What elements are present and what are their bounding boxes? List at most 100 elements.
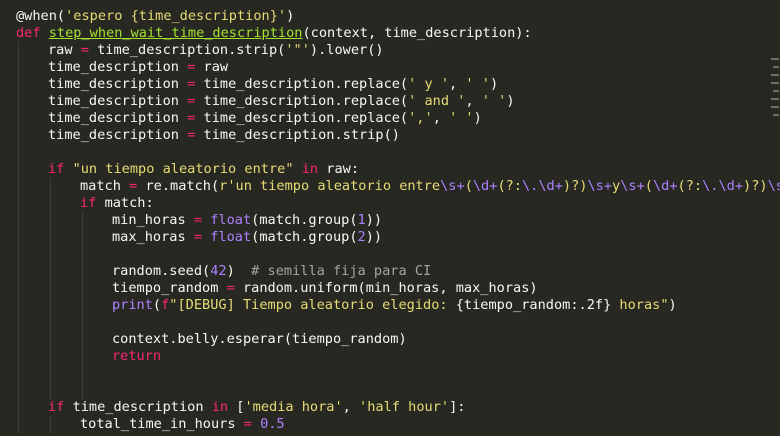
code-token: horas": [611, 297, 669, 313]
code-line[interactable]: if "un tiempo aleatorio entre" in raw:: [48, 161, 359, 178]
code-token: raw:: [326, 161, 360, 177]
minimap-line: [771, 98, 779, 100]
code-line[interactable]: random.seed(42) # semilla fija para CI: [112, 263, 431, 280]
code-token: 'media hora': [244, 399, 343, 415]
code-line[interactable]: tiempo_random = random.uniform(min_horas…: [112, 280, 538, 297]
code-token: )?): [743, 178, 768, 194]
code-token: ): [489, 76, 499, 92]
code-token: time_description.replace(: [195, 110, 409, 126]
code-token: return: [112, 348, 162, 364]
code-token: if: [80, 195, 105, 211]
code-token: in: [293, 161, 327, 177]
code-token: ,: [465, 93, 482, 109]
code-token: float: [210, 229, 252, 245]
code-line[interactable]: def step_when_wait_time_description(cont…: [16, 25, 532, 42]
code-token: 'half hour': [359, 399, 450, 415]
code-token: ]:: [449, 399, 466, 415]
code-editor[interactable]: @when('espero {time_description}') def st…: [0, 0, 780, 436]
code-token: )?): [562, 178, 588, 194]
code-token: in: [211, 399, 237, 415]
code-token: time_description: [48, 93, 188, 109]
code-token: max_horas: [112, 229, 194, 245]
minimap-line: [771, 58, 779, 60]
code-token: match:: [104, 195, 154, 211]
code-token: time_description: [48, 76, 188, 92]
code-token: (match.group(: [251, 229, 358, 245]
code-line[interactable]: return: [112, 348, 161, 365]
code-token: =: [193, 212, 203, 228]
code-token: float: [210, 212, 252, 228]
minimap-line: [773, 66, 779, 68]
code-token: =: [243, 416, 252, 432]
code-line[interactable]: if time_description in ['media hora', 'h…: [48, 399, 465, 416]
code-token: min_horas: [112, 212, 194, 228]
code-line[interactable]: max_horas = float(match.group(2)): [112, 229, 382, 246]
code-token: \d+: [652, 178, 678, 194]
minimap-line: [773, 90, 779, 92]
code-line[interactable]: min_horas = float(match.group(1)): [112, 212, 382, 229]
code-token: =: [193, 229, 203, 245]
code-token: ): [668, 297, 677, 313]
code-token: (?:: [497, 178, 522, 194]
code-token: r'un tiempo aleatorio entre: [219, 178, 441, 194]
code-token: time_description: [48, 127, 188, 143]
code-line[interactable]: time_description = time_description.repl…: [48, 110, 482, 127]
code-line[interactable]: if match:: [80, 195, 154, 212]
code-line[interactable]: time_description = time_description.repl…: [48, 93, 515, 110]
code-line[interactable]: raw = time_description.strip('"').lower(…: [48, 42, 384, 59]
code-token: 1: [357, 212, 366, 228]
minimap-line: [773, 114, 779, 116]
code-token: 42: [210, 263, 227, 279]
code-line[interactable]: time_description = time_description.repl…: [48, 76, 498, 93]
code-token: \s+: [440, 178, 465, 194]
code-token: time_description: [72, 399, 212, 415]
indent-guide: [82, 212, 83, 399]
code-token: # semilla fija para CI: [251, 263, 432, 279]
code-line[interactable]: context.belly.esperar(tiempo_random): [112, 331, 407, 348]
code-token: raw: [48, 42, 81, 58]
code-token: ): [473, 110, 482, 126]
code-token: ' y ': [408, 76, 450, 92]
code-token: =: [226, 280, 235, 296]
code-token: time_description.strip(: [88, 42, 286, 58]
code-token: random.seed(: [112, 263, 211, 279]
minimap-line: [771, 82, 779, 84]
indent-guide: [18, 42, 19, 433]
code-token: match: [80, 178, 130, 194]
code-token: time_description.replace(: [195, 76, 409, 92]
code-line[interactable]: total_time_in_hours = 0.5: [80, 416, 285, 433]
code-line[interactable]: time_description = raw: [48, 59, 228, 76]
code-token: time_description.replace(: [195, 93, 409, 109]
code-token: (: [644, 178, 653, 194]
code-token: ): [506, 93, 515, 109]
code-token: ,: [432, 110, 450, 126]
code-token: ): [226, 263, 252, 279]
code-token: ',': [408, 110, 433, 126]
code-line[interactable]: time_description = time_description.stri…: [48, 127, 400, 144]
code-token: (: [152, 297, 162, 313]
code-token: )): [365, 212, 383, 228]
minimap[interactable]: [770, 0, 780, 436]
code-token: re.match(: [137, 178, 220, 194]
code-token: =: [80, 42, 89, 58]
code-token: raw: [195, 59, 229, 75]
code-token: "[DEBUG] Tiempo aleatorio elegido:: [169, 297, 456, 313]
code-token: (context, time_description):: [302, 25, 532, 41]
code-token: ' ': [481, 93, 507, 109]
code-line[interactable]: @when('espero {time_description}'): [16, 8, 294, 25]
code-token: def: [16, 25, 49, 41]
code-token: total_time_in_hours: [80, 416, 244, 432]
code-token: ,: [449, 76, 466, 92]
code-token: '"': [285, 42, 310, 58]
code-token: time_description.strip(): [195, 127, 400, 143]
code-token: \.\d+: [702, 178, 744, 194]
indent-guide: [50, 416, 51, 433]
code-token: 2: [357, 229, 366, 245]
code-token: \s+: [587, 178, 613, 194]
code-line[interactable]: print(f"[DEBUG] Tiempo aleatorio elegido…: [112, 297, 677, 314]
code-token: 0.5: [260, 416, 285, 432]
code-token: ' ': [449, 110, 474, 126]
code-line[interactable]: match = re.match(r'un tiempo aleatorio e…: [80, 178, 780, 195]
